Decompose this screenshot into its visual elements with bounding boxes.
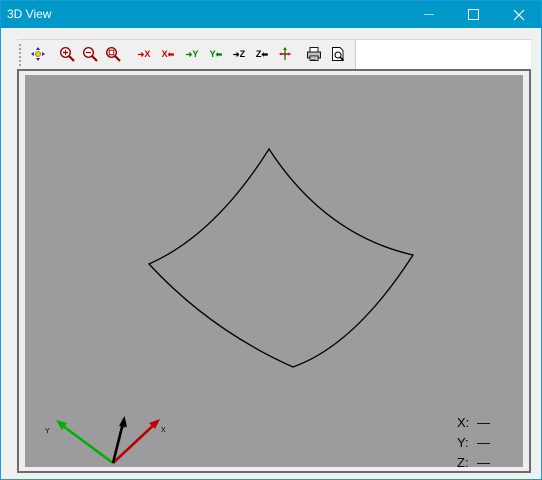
- axis-triad: X Y Z: [45, 416, 166, 465]
- close-button[interactable]: [496, 1, 541, 28]
- y-coord-value: —: [477, 435, 490, 450]
- title-bar[interactable]: 3D View: [1, 1, 541, 28]
- zoom-in-icon: [59, 46, 75, 62]
- view-toolbar: ➜ X X ⬅ ➜ Y Y ⬅ ➜ Z Z ⬅: [17, 40, 356, 70]
- zoom-fit-button[interactable]: [104, 45, 122, 63]
- view-plus-y-label: Y: [192, 49, 199, 59]
- close-icon: [513, 9, 524, 20]
- view-plus-x-label: X: [144, 49, 151, 59]
- view-y-plus-button[interactable]: Y ⬅: [206, 45, 226, 63]
- toolbar-grip[interactable]: [19, 44, 23, 66]
- window-title: 3D View: [7, 7, 52, 21]
- maximize-button[interactable]: [451, 1, 496, 28]
- z-coord-label: Z:: [457, 455, 469, 470]
- viewport-frame: X Y Z X: — Y: — Z: —: [17, 69, 531, 473]
- coordinate-readout: X: — Y: — Z: —: [457, 413, 490, 473]
- maximize-icon: [468, 9, 479, 20]
- arrow-right-icon: ➜: [232, 49, 240, 59]
- pan-button[interactable]: [29, 45, 47, 63]
- arrow-right-icon: ➜: [185, 49, 193, 59]
- zoom-fit-icon: [105, 46, 121, 62]
- scene-canvas[interactable]: X Y Z: [25, 75, 523, 467]
- arrow-left-icon: ⬅: [261, 49, 269, 59]
- arrow-left-icon: ⬅: [167, 49, 175, 59]
- toolbar-empty-space: [356, 40, 531, 70]
- print-preview-button[interactable]: [329, 45, 347, 63]
- x-axis-line: [112, 420, 159, 464]
- y-axis-label: Y: [45, 428, 50, 435]
- z-coord-value: —: [477, 455, 490, 470]
- print-preview-icon: [332, 47, 345, 62]
- print-button[interactable]: [305, 45, 323, 63]
- view-plus-z-button[interactable]: ➜ Z: [229, 45, 249, 63]
- x-coord-label: X:: [457, 415, 470, 430]
- zoom-out-icon: [82, 46, 98, 62]
- view-x-plus-button[interactable]: X ⬅: [158, 45, 178, 63]
- view-plus-x-button[interactable]: ➜ X: [134, 45, 154, 63]
- print-icon: [307, 47, 321, 61]
- rotate-button[interactable]: [276, 45, 294, 63]
- rotate-icon: [279, 47, 291, 60]
- z-axis-label: Z: [121, 423, 126, 430]
- minimize-icon: [423, 14, 434, 15]
- arrow-right-icon: ➜: [137, 49, 145, 59]
- view-plus-y-button[interactable]: ➜ Y: [182, 45, 202, 63]
- x-axis-label: X: [161, 427, 166, 434]
- view-plus-z-label: Z: [239, 49, 246, 59]
- view-z-plus-button[interactable]: Z ⬅: [252, 45, 272, 63]
- 3d-viewport[interactable]: X Y Z X: — Y: — Z: —: [25, 75, 523, 470]
- x-coord-value: —: [477, 415, 490, 430]
- zoom-in-button[interactable]: [58, 45, 76, 63]
- y-axis-line: [58, 421, 114, 465]
- app-window: 3D View ➜ X X ⬅ ➜ Y Y ⬅ ➜ Z Z ⬅ X Y Z X:…: [0, 0, 542, 480]
- minimize-button[interactable]: [406, 1, 451, 28]
- surface-outline: [147, 147, 415, 368]
- y-coord-label: Y:: [457, 435, 469, 450]
- pan-icon: [31, 47, 45, 61]
- toolbar-area: ➜ X X ⬅ ➜ Y Y ⬅ ➜ Z Z ⬅: [17, 39, 531, 71]
- zoom-out-button[interactable]: [81, 45, 99, 63]
- arrow-left-icon: ⬅: [215, 49, 223, 59]
